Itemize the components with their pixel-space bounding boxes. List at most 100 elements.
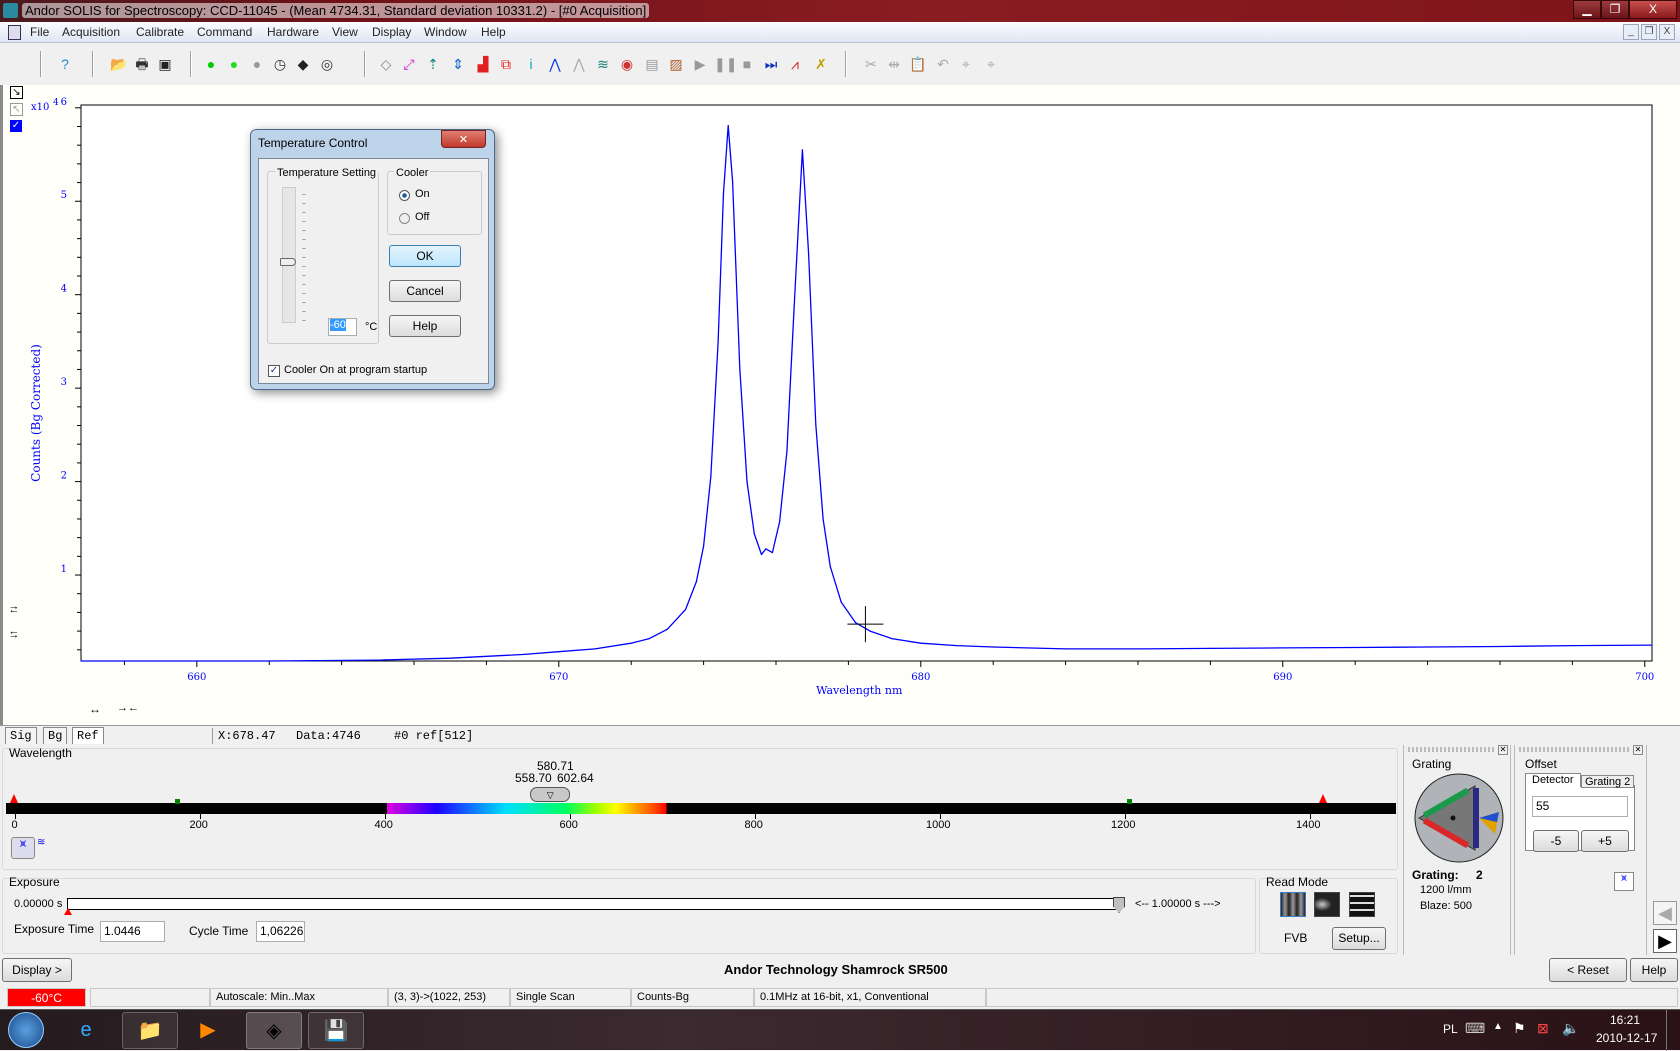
show-hidden-icons[interactable]: ▲ — [1493, 1021, 1503, 1032]
collapse-left-button[interactable]: ◀ — [1653, 901, 1677, 925]
temperature-slider-handle[interactable] — [280, 257, 296, 266]
range-marker-right[interactable] — [1319, 794, 1327, 803]
autoscale-checkbox[interactable]: ✓ — [10, 120, 22, 132]
temperature-input[interactable]: -60 — [328, 318, 357, 336]
ok-button[interactable]: OK — [389, 245, 461, 267]
wavelength-slider-handle[interactable]: ▽ — [530, 787, 571, 802]
menu-help[interactable]: Help — [481, 25, 506, 39]
mdi-restore-button[interactable]: ❐ — [1641, 24, 1657, 40]
cut-icon[interactable]: ✂ — [862, 55, 880, 73]
cooler-on-radio[interactable] — [399, 190, 410, 201]
x-shrink-icon[interactable]: →← — [117, 702, 139, 714]
network-error-icon[interactable]: ⊠ — [1537, 1020, 1549, 1037]
menu-window[interactable]: Window — [424, 25, 467, 39]
zoom-in-icon[interactable]: ↖ — [10, 103, 23, 116]
cooler-off-radio[interactable] — [399, 213, 410, 224]
mdi-close-button[interactable]: X — [1659, 24, 1675, 40]
regions-icon[interactable]: ⧉ — [497, 55, 515, 73]
temperature-slider[interactable] — [282, 187, 296, 323]
menu-view[interactable]: View — [332, 25, 358, 39]
volume-icon[interactable]: 🔈 — [1562, 1020, 1579, 1037]
startup-checkbox[interactable]: ✓ — [268, 365, 280, 377]
background-icon[interactable]: ● — [248, 55, 266, 73]
undo-icon[interactable]: ↶ — [934, 55, 952, 73]
start-button[interactable] — [8, 1012, 44, 1048]
menu-acquisition[interactable]: Acquisition — [62, 25, 120, 39]
offset-input[interactable]: 55 — [1532, 796, 1628, 817]
tab-detector[interactable]: Detector — [1525, 773, 1581, 787]
close-button[interactable]: X — [1629, 0, 1677, 19]
media-player-icon[interactable]: ▶ — [180, 1012, 236, 1049]
scale-up-icon[interactable]: ⇡ — [424, 55, 442, 73]
save-app-taskbar-icon[interactable]: 💾 — [308, 1012, 364, 1049]
menu-calibrate[interactable]: Calibrate — [136, 25, 184, 39]
menu-file[interactable]: File — [30, 25, 49, 39]
tab-bg[interactable]: Bg — [43, 727, 68, 744]
panel-grip[interactable] — [1519, 747, 1629, 752]
menu-display[interactable]: Display — [372, 25, 411, 39]
autofocus-icon[interactable]: ◎ — [318, 55, 336, 73]
single-trace-icon[interactable]: ⩙ — [11, 837, 35, 859]
image-map-icon[interactable]: ◉ — [618, 55, 636, 73]
minimize-button[interactable]: ▁ — [1573, 0, 1601, 19]
marker-icon[interactable]: ⌖ — [957, 55, 975, 73]
menu-command[interactable]: Command — [197, 25, 252, 39]
multi-track-icon[interactable] — [1314, 892, 1340, 917]
multi-trace-icon[interactable]: ≋ — [37, 837, 45, 848]
stop-icon[interactable]: ■ — [738, 55, 756, 73]
play-icon[interactable]: ▶ — [691, 55, 709, 73]
layout-icon[interactable]: ▤ — [643, 55, 661, 73]
shutter-icon[interactable]: ◆ — [294, 55, 312, 73]
waterfall-icon[interactable]: ≋ — [594, 55, 612, 73]
explorer-icon[interactable]: 📁 — [122, 1012, 178, 1049]
show-desktop-button[interactable] — [1666, 1010, 1680, 1051]
clock-date[interactable]: 2010-12-17 — [1596, 1031, 1657, 1045]
spectrum-preview-icon[interactable]: ⩙ — [1614, 872, 1634, 891]
mdi-minimize-button[interactable]: _ — [1623, 24, 1639, 40]
exposure-time-input[interactable]: 1.0446 — [100, 921, 165, 942]
action-center-flag-icon[interactable]: ⚑ — [1513, 1020, 1526, 1037]
panel-close-icon[interactable]: ✕ — [1498, 745, 1508, 755]
peak-gray-icon[interactable]: ⋀ — [570, 55, 588, 73]
tab-grating-2[interactable]: Grating 2 — [1581, 775, 1635, 788]
cycle-time-input[interactable]: 1,06226 — [256, 921, 305, 942]
panel-close-icon[interactable]: ✕ — [1633, 745, 1643, 755]
paste-icon[interactable]: 📋 — [909, 55, 927, 73]
dialog-help-button[interactable]: Help — [389, 315, 461, 337]
mirror-icon[interactable]: ⇹ — [885, 55, 903, 73]
portrait-icon[interactable]: ▨ — [667, 55, 685, 73]
language-indicator[interactable]: PL — [1443, 1022, 1458, 1036]
dialog-close-button[interactable]: ✕ — [441, 130, 486, 148]
wavelength-bar[interactable] — [6, 803, 1396, 814]
save-icon[interactable]: ▣ — [156, 55, 174, 73]
setup-button[interactable]: Setup... — [1332, 927, 1386, 950]
expand-right-button[interactable]: ▶ — [1653, 929, 1677, 953]
help-icon[interactable]: ? — [56, 55, 74, 73]
x-expand-icon[interactable]: ↔ — [89, 702, 101, 716]
scale-fit-icon[interactable]: ⇕ — [449, 55, 467, 73]
panel-grip[interactable] — [1408, 747, 1494, 752]
zoom-expand-icon[interactable]: ⤢ — [400, 55, 418, 73]
take-signal-icon[interactable]: ● — [225, 55, 243, 73]
offset-plus-button[interactable]: +5 — [1581, 830, 1629, 852]
andor-solis-taskbar-icon[interactable]: ◈ — [246, 1012, 302, 1049]
reset-button[interactable]: < Reset — [1549, 958, 1627, 982]
tab-sig[interactable]: Sig — [5, 727, 37, 744]
marker2-icon[interactable]: ⌖ — [982, 55, 1000, 73]
display-button[interactable]: Display > — [2, 958, 72, 982]
image-mode-icon[interactable] — [1349, 892, 1375, 917]
exposure-slider[interactable] — [67, 898, 1121, 910]
clock-time[interactable]: 16:21 — [1610, 1013, 1640, 1027]
maximize-button[interactable]: ❐ — [1601, 0, 1629, 19]
fvb-mode-icon[interactable] — [1280, 892, 1306, 917]
open-folder-icon[interactable]: 📂 — [110, 55, 128, 73]
temperature-status[interactable]: -60°C — [7, 988, 86, 1007]
multi-peak-icon[interactable]: ⩘ — [786, 55, 804, 73]
cancel-button[interactable]: Cancel — [389, 280, 461, 302]
print-icon[interactable]: 🖶 — [133, 55, 151, 73]
exposure-slider-handle[interactable] — [1113, 897, 1125, 913]
select-region-icon[interactable]: ◇ — [377, 55, 395, 73]
internet-explorer-icon[interactable]: e — [58, 1012, 114, 1049]
pause-icon[interactable]: ❚❚ — [714, 55, 737, 73]
range-marker-left[interactable] — [10, 794, 18, 803]
